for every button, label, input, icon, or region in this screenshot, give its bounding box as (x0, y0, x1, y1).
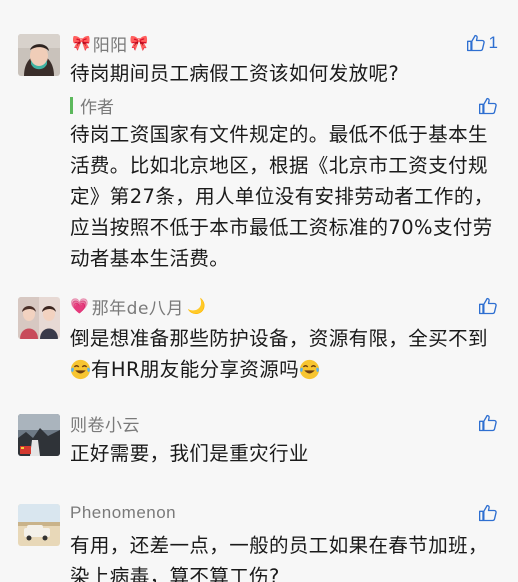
like-button[interactable] (478, 94, 498, 118)
like-button[interactable] (478, 294, 498, 318)
comment-header: 💗 那年de八月 🌙 (70, 293, 206, 319)
author-reply-text: 待岗工资国家有文件规定的。最低不低于基本生活费。比如北京地区，根据《北京市工资支… (70, 123, 494, 270)
crying-laughing-emoji-icon (299, 359, 320, 380)
like-button[interactable]: 1 (466, 31, 498, 55)
bow-icon: 🎀 (129, 33, 149, 52)
comment-text: 待岗期间员工病假工资该如何发放呢? (70, 62, 400, 85)
avatar-image (18, 297, 60, 339)
thumbs-up-icon (479, 414, 497, 432)
avatar[interactable] (18, 504, 60, 546)
comment-header: Phenomenon (70, 500, 176, 526)
like-button[interactable] (478, 411, 498, 435)
thumbs-up-icon (479, 504, 497, 522)
heart-icon: 💗 (70, 296, 89, 315)
nickname[interactable]: Phenomenon (70, 503, 176, 523)
nickname[interactable]: 那年de八月 (92, 294, 184, 319)
avatar[interactable] (18, 297, 60, 339)
like-count: 1 (488, 33, 498, 52)
thumbs-up-icon (479, 97, 497, 115)
thumbs-up-icon (479, 297, 497, 315)
thumbs-up-icon (466, 34, 485, 52)
comment-header: 则卷小云 (70, 410, 140, 436)
comment-header: 🎀 阳阳 🎀 (70, 30, 150, 56)
comment-text: 有用，还差一点，一般的员工如果在春节加班，染上病毒，算不算工伤? (70, 534, 488, 582)
moon-icon: 🌙 (186, 296, 206, 315)
avatar[interactable] (18, 414, 60, 456)
avatar[interactable] (18, 34, 60, 76)
avatar-image (18, 414, 60, 456)
nickname[interactable]: 则卷小云 (70, 411, 140, 436)
comment-text-part: 有HR朋友能分享资源吗 (91, 358, 300, 381)
bow-icon: 🎀 (72, 33, 91, 52)
author-reply-marker (70, 97, 73, 114)
nickname[interactable]: 阳阳 (93, 31, 128, 56)
crying-laughing-emoji-icon (70, 359, 91, 380)
avatar-image (18, 504, 60, 546)
like-button[interactable] (478, 501, 498, 525)
comment-text: 倒是想准备那些防护设备，资源有限，全买不到有HR朋友能分享资源吗 (70, 323, 496, 385)
comment-text-part: 倒是想准备那些防护设备，资源有限，全买不到 (70, 327, 488, 350)
comment-text: 正好需要，我们是重灾行业 (70, 442, 309, 465)
avatar-image (18, 34, 60, 76)
author-label: 作者 (80, 98, 114, 118)
